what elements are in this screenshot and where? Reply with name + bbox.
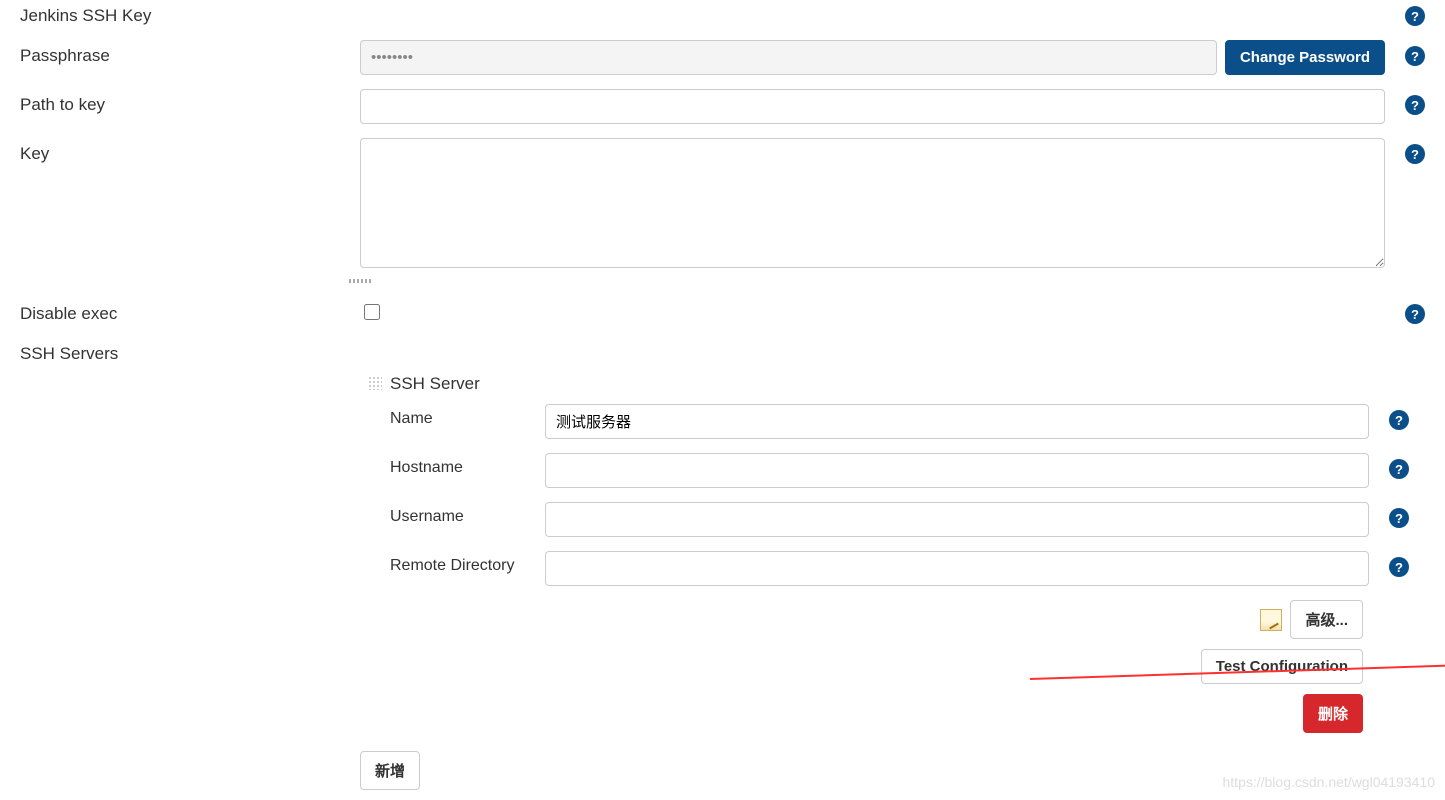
drag-handle-icon[interactable] xyxy=(368,376,382,390)
help-icon-name[interactable]: ? xyxy=(1389,410,1409,430)
section-title: Jenkins SSH Key xyxy=(20,0,360,26)
help-icon-remote-directory[interactable]: ? xyxy=(1389,557,1409,577)
label-path-to-key: Path to key xyxy=(20,89,360,115)
add-button[interactable]: 新增 xyxy=(360,751,420,790)
help-icon-passphrase[interactable]: ? xyxy=(1405,46,1425,66)
server-name-input[interactable] xyxy=(545,404,1369,439)
advanced-button[interactable]: 高级... xyxy=(1290,600,1363,639)
label-hostname: Hostname xyxy=(390,453,545,477)
notepad-icon xyxy=(1260,609,1282,631)
help-icon-disable-exec[interactable]: ? xyxy=(1405,304,1425,324)
help-icon-key[interactable]: ? xyxy=(1405,144,1425,164)
help-icon-hostname[interactable]: ? xyxy=(1389,459,1409,479)
help-icon-section[interactable]: ? xyxy=(1405,6,1425,26)
change-password-button[interactable]: Change Password xyxy=(1225,40,1385,75)
label-ssh-servers: SSH Servers xyxy=(20,338,360,364)
passphrase-input[interactable] xyxy=(360,40,1217,75)
label-passphrase: Passphrase xyxy=(20,40,360,66)
label-key: Key xyxy=(20,138,360,164)
label-disable-exec: Disable exec xyxy=(20,298,360,324)
test-configuration-button[interactable]: Test Configuration xyxy=(1201,649,1363,684)
path-to-key-input[interactable] xyxy=(360,89,1385,124)
delete-button[interactable]: 删除 xyxy=(1303,694,1363,733)
label-remote-directory: Remote Directory xyxy=(390,551,545,575)
server-hostname-input[interactable] xyxy=(545,453,1369,488)
label-name: Name xyxy=(390,404,545,428)
ssh-server-heading: SSH Server xyxy=(390,370,1425,404)
disable-exec-checkbox[interactable] xyxy=(364,304,380,320)
key-textarea[interactable] xyxy=(360,138,1385,268)
help-icon-username[interactable]: ? xyxy=(1389,508,1409,528)
watermark-text: https://blog.csdn.net/wgl04193410 xyxy=(1223,774,1436,790)
label-username: Username xyxy=(390,502,545,526)
server-username-input[interactable] xyxy=(545,502,1369,537)
server-remote-directory-input[interactable] xyxy=(545,551,1369,586)
help-icon-path[interactable]: ? xyxy=(1405,95,1425,115)
